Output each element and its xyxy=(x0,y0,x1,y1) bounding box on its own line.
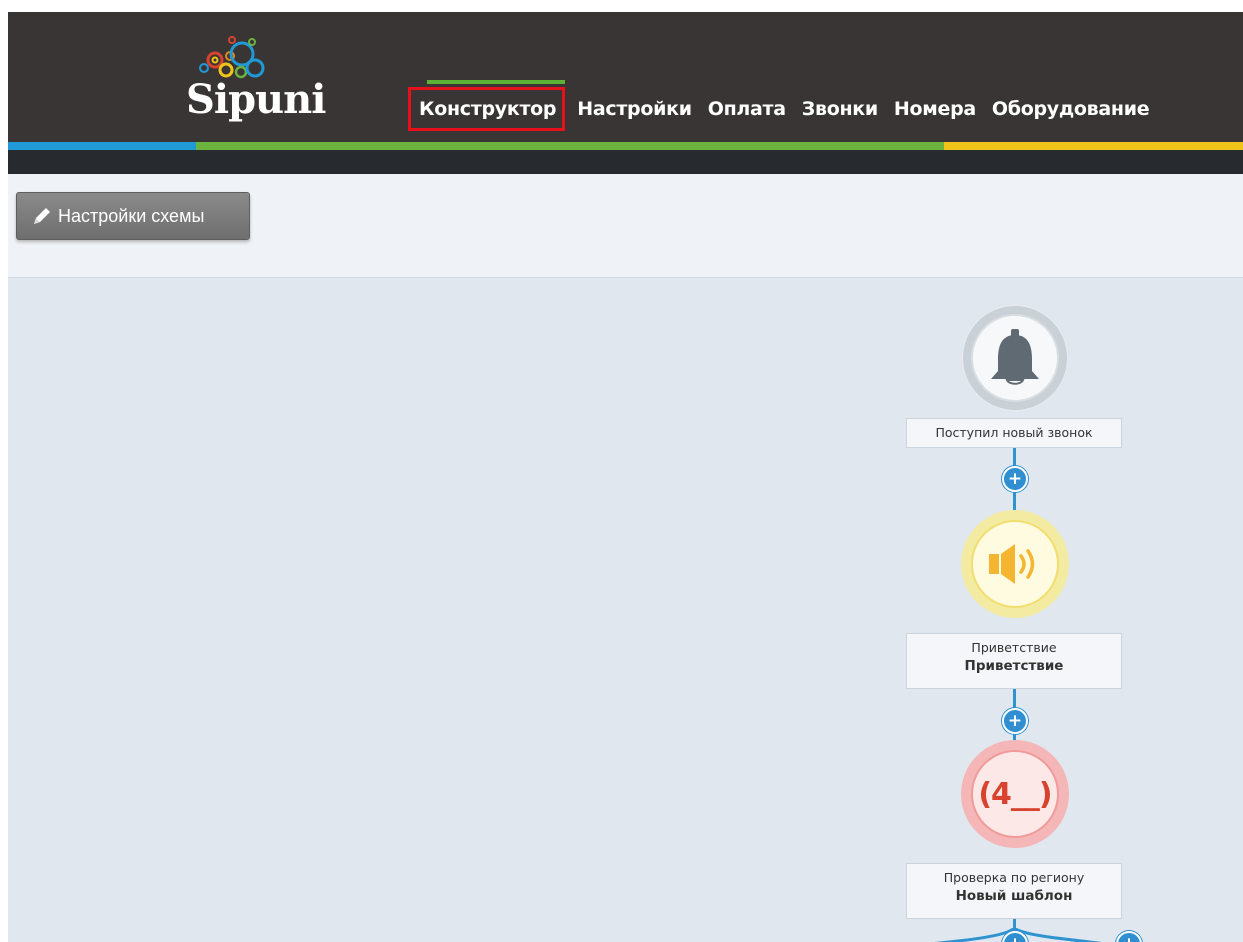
incoming-call-node[interactable] xyxy=(961,304,1069,412)
nav-item-constructor[interactable]: Конструктор xyxy=(408,80,566,131)
bell-icon xyxy=(991,329,1039,385)
node-label[interactable]: Поступил новый звонок xyxy=(906,418,1122,448)
nav-item-numbers[interactable]: Номера xyxy=(886,98,984,120)
node-subtitle: Новый шаблон xyxy=(955,888,1073,904)
region-check-node[interactable]: (4__) xyxy=(961,740,1069,848)
node-label[interactable]: Приветствие Приветствие xyxy=(906,633,1122,689)
toolbar: Настройки схемы xyxy=(8,174,1243,278)
region-code-icon: (4__) xyxy=(978,776,1052,812)
node-title: Приветствие xyxy=(971,640,1057,655)
greeting-node[interactable] xyxy=(961,510,1069,618)
node-title: Проверка по региону xyxy=(943,870,1085,885)
color-stripe xyxy=(8,142,1243,150)
scheme-settings-button[interactable]: Настройки схемы xyxy=(16,192,250,240)
scheme-settings-label: Настройки схемы xyxy=(58,205,205,226)
main-nav: Конструктор Настройки Оплата Звонки Номе… xyxy=(408,80,1157,132)
add-step-button[interactable]: + xyxy=(1002,708,1028,734)
nav-item-equipment[interactable]: Оборудование xyxy=(984,98,1157,120)
node-label[interactable]: Проверка по региону Новый шаблон xyxy=(906,863,1122,919)
nav-item-payment[interactable]: Оплата xyxy=(700,98,794,120)
speaker-icon xyxy=(989,544,1035,584)
sipuni-logo[interactable]: Sipuni xyxy=(184,34,326,129)
add-step-button[interactable]: + xyxy=(1002,466,1028,492)
nav-item-settings[interactable]: Настройки xyxy=(569,98,699,120)
node-title: Поступил новый звонок xyxy=(935,425,1093,440)
node-subtitle: Приветствие xyxy=(964,658,1064,674)
flow-canvas[interactable]: Поступил новый звонок + Приветствие Прив… xyxy=(8,278,1243,942)
app-window: Sipuni Конструктор Настройки Оплата Звон… xyxy=(8,12,1243,942)
pencil-icon xyxy=(34,208,50,224)
logo-wordmark: Sipuni xyxy=(186,76,326,123)
nav-item-calls[interactable]: Звонки xyxy=(794,98,886,120)
top-header: Sipuni Конструктор Настройки Оплата Звон… xyxy=(8,12,1243,142)
header-divider xyxy=(8,150,1243,174)
